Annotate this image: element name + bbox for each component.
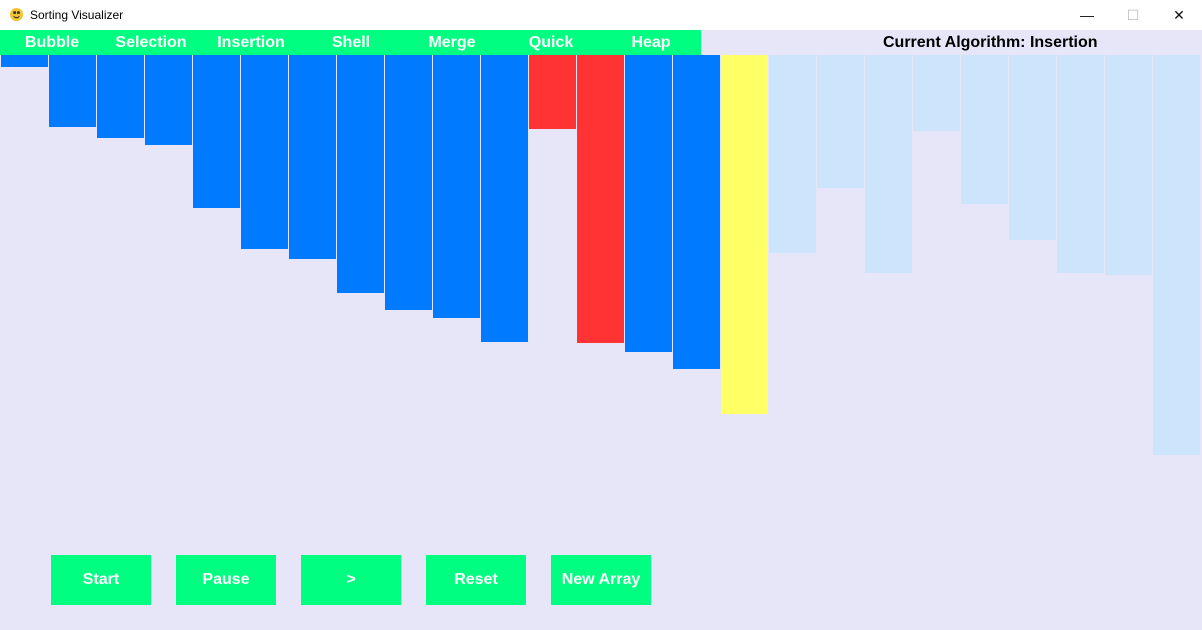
minimize-icon: —	[1080, 7, 1094, 23]
menu-heap[interactable]: Heap	[601, 30, 701, 55]
python-app-icon	[9, 7, 24, 22]
array-bar-compare	[529, 55, 576, 129]
array-bar-unsorted	[1057, 55, 1104, 273]
array-bar-sorted	[241, 55, 288, 249]
array-bar-sorted	[337, 55, 384, 293]
new-array-button[interactable]: New Array	[551, 555, 651, 605]
window-title: Sorting Visualizer	[30, 8, 124, 22]
menu-quick[interactable]: Quick	[501, 30, 601, 55]
array-bar-sorted	[49, 55, 96, 127]
array-bar-sorted	[433, 55, 480, 318]
array-bar-unsorted	[913, 55, 960, 131]
array-bar-sorted	[481, 55, 528, 342]
bar-plot	[0, 55, 1202, 530]
close-icon: ✕	[1173, 6, 1185, 23]
array-bar-compare	[577, 55, 624, 343]
pause-button[interactable]: Pause	[176, 555, 276, 605]
array-bar-sorted	[385, 55, 432, 310]
array-bar-unsorted	[1153, 55, 1200, 455]
array-bar-sorted	[145, 55, 192, 145]
menu-selection[interactable]: Selection	[101, 30, 201, 55]
close-button[interactable]: ✕	[1156, 0, 1202, 30]
array-bar-sorted	[193, 55, 240, 208]
step-button[interactable]: >	[301, 555, 401, 605]
maximize-icon: ☐	[1126, 6, 1140, 23]
array-bar-unsorted	[1009, 55, 1056, 240]
array-bar-current	[721, 55, 768, 414]
minimize-button[interactable]: —	[1064, 0, 1110, 30]
maximize-button[interactable]: ☐	[1110, 0, 1156, 30]
menu-bubble[interactable]: Bubble	[2, 30, 102, 55]
start-button[interactable]: Start	[51, 555, 151, 605]
array-bar-unsorted	[769, 55, 816, 253]
array-bar-unsorted	[961, 55, 1008, 204]
title-bar: Sorting Visualizer — ☐ ✕	[0, 0, 1202, 30]
array-bar-sorted	[673, 55, 720, 369]
array-bar-unsorted	[865, 55, 912, 273]
array-bar-sorted	[97, 55, 144, 138]
current-algorithm-label: Current Algorithm: Insertion	[883, 34, 1098, 51]
array-bar-sorted	[289, 55, 336, 259]
reset-button[interactable]: Reset	[426, 555, 526, 605]
array-bar-unsorted	[1105, 55, 1152, 275]
menu-merge[interactable]: Merge	[402, 30, 502, 55]
array-bar-sorted	[1, 55, 48, 67]
menu-insertion[interactable]: Insertion	[201, 30, 301, 55]
array-bar-unsorted	[817, 55, 864, 188]
menu-shell[interactable]: Shell	[301, 30, 401, 55]
array-bar-sorted	[625, 55, 672, 352]
